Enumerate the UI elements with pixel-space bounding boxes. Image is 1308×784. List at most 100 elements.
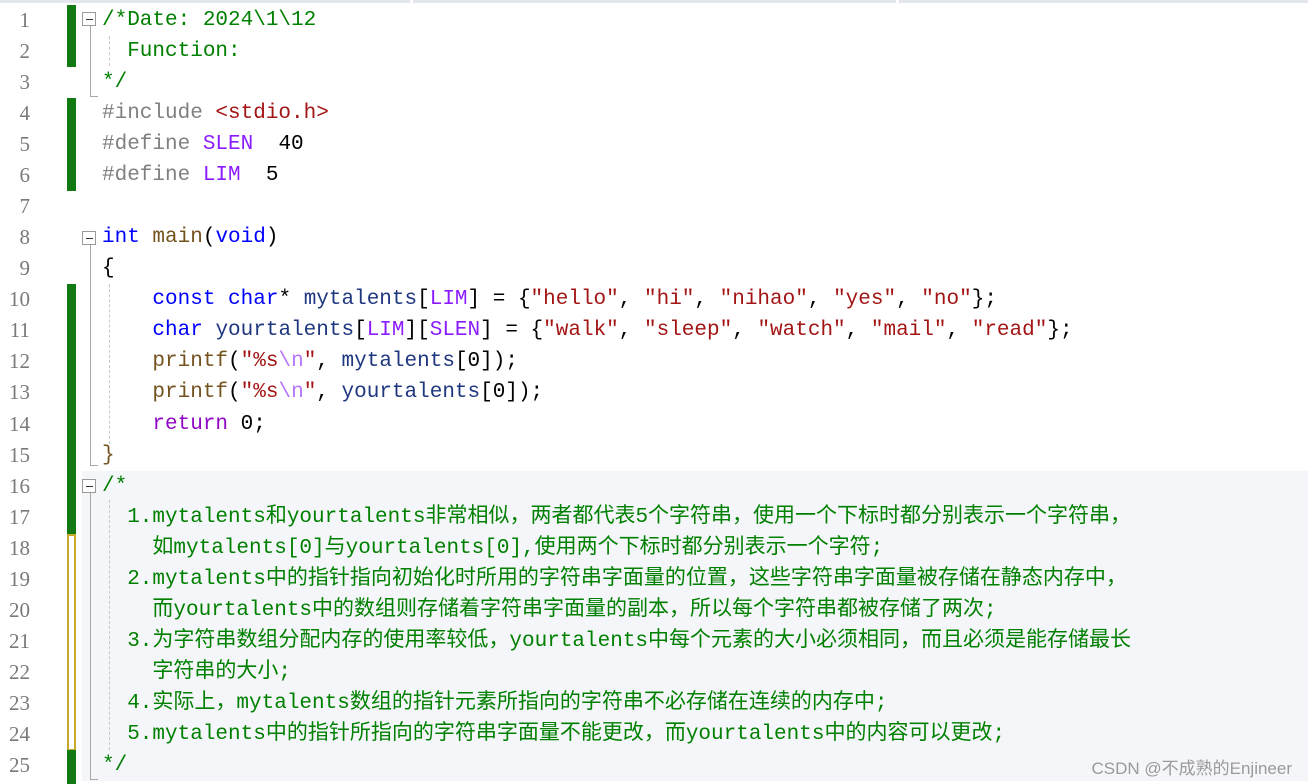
token-p: , <box>845 319 871 343</box>
line-number: 11 <box>9 318 30 343</box>
line-number: 22 <box>9 659 30 684</box>
line-number: 4 <box>19 101 31 126</box>
token-p: , <box>946 319 972 343</box>
code-line[interactable]: */ <box>102 67 127 98</box>
code-line[interactable]: 2.mytalents中的指针指向初始化时所用的字符串字面量的位置，这些字符串字… <box>102 564 1127 595</box>
code-line[interactable]: /*Date: 2024\1\12 <box>102 5 316 36</box>
code-line[interactable]: 5.mytalents中的指针所指向的字符串字面量不能更改，而yourtalen… <box>102 719 1005 750</box>
line-number: 21 <box>9 628 30 653</box>
code-line[interactable]: } <box>102 440 115 471</box>
collapse-toggle-icon[interactable] <box>82 231 96 245</box>
code-line[interactable]: const char* mytalents[LIM] = {"hello", "… <box>102 284 997 315</box>
token-p: }; <box>1047 319 1073 343</box>
token-p: ( <box>228 350 241 374</box>
change-bar <box>67 284 76 534</box>
token-esc: \n <box>278 350 304 374</box>
line-number: 1 <box>19 8 31 32</box>
token-p: ] = { <box>467 288 531 312</box>
line-number: 16 <box>9 473 30 498</box>
line-number: 18 <box>9 535 30 560</box>
line-number: 7 <box>19 194 31 219</box>
token-str: "mail" <box>870 319 947 343</box>
token-str: " <box>303 350 317 374</box>
line-number: 14 <box>9 411 30 436</box>
token-var: mytalents <box>303 288 418 312</box>
token-cm: 2.mytalents中的指针指向初始化时所用的字符串字面量的位置，这些字符串字… <box>102 567 1127 591</box>
token-p: , <box>694 288 720 312</box>
token-p: { <box>102 257 115 281</box>
change-bar <box>67 750 76 784</box>
change-bar-unsaved <box>67 534 76 751</box>
code-line[interactable]: 而yourtalents中的数组则存储着字符串字面量的副本，所以每个字符串都被存… <box>102 595 996 626</box>
code-line[interactable]: 如mytalents[0]与yourtalents[0],使用两个下标时都分别表… <box>102 533 883 564</box>
code-line[interactable]: 1.mytalents和yourtalents非常相似，两者都代表5个字符串，使… <box>102 502 1131 533</box>
collapse-toggle-icon[interactable] <box>82 479 96 493</box>
code-line[interactable]: printf("%s\n", mytalents[0]); <box>102 346 518 377</box>
token-kw: char <box>152 319 203 343</box>
line-number: 24 <box>9 721 30 746</box>
token-p: 0; <box>228 412 266 436</box>
token-str: "watch" <box>757 319 846 343</box>
token-p: }; <box>971 288 997 312</box>
line-number: 19 <box>9 566 30 591</box>
token-var: mytalents <box>341 350 455 374</box>
token-p: [0]); <box>454 350 518 374</box>
line-number: 5 <box>19 132 31 157</box>
token-fn: main <box>152 226 203 250</box>
token-p: , <box>896 288 922 312</box>
code-line[interactable]: printf("%s\n", yourtalents[0]); <box>102 377 543 408</box>
token-p: ( <box>228 381 241 405</box>
token-cm: Function: <box>102 40 241 64</box>
line-number: 2 <box>19 39 31 64</box>
line-number: 15 <box>9 442 30 467</box>
token-kw: const <box>152 288 216 312</box>
token-var: yourtalents <box>341 381 481 405</box>
collapse-toggle-icon[interactable] <box>82 12 96 26</box>
code-line[interactable]: int main(void) <box>102 222 278 253</box>
token-str: "yes" <box>833 288 897 312</box>
code-line[interactable]: /* <box>102 471 127 502</box>
token-str: "nihao" <box>719 288 808 312</box>
token-pp: #define <box>102 164 203 188</box>
line-number: 12 <box>9 349 30 374</box>
code-line[interactable]: return 0; <box>102 409 266 440</box>
token-p <box>203 319 216 342</box>
token-p: ( <box>202 226 216 250</box>
token-p: ) <box>265 226 279 250</box>
top-border <box>0 0 1308 3</box>
code-line[interactable]: char yourtalents[LIM][SLEN] = {"walk", "… <box>102 315 1073 346</box>
code-line[interactable]: */ <box>102 750 127 781</box>
code-line[interactable]: #include <stdio.h> <box>102 98 329 129</box>
token-p: , <box>618 319 644 343</box>
code-line[interactable]: 字符串的大小; <box>102 657 291 688</box>
token-cm: 5.mytalents中的指针所指向的字符串字面量不能更改，而yourtalen… <box>102 722 1006 746</box>
line-number: 10 <box>9 287 30 312</box>
token-str: "sleep" <box>644 319 733 343</box>
token-kw: char <box>228 288 279 312</box>
code-line[interactable]: #define SLEN 40 <box>102 129 304 160</box>
line-number: 3 <box>19 70 31 95</box>
token-p <box>102 350 152 373</box>
code-line[interactable]: Function: <box>102 36 241 67</box>
token-fn: printf <box>152 381 229 405</box>
token-cm: */ <box>102 753 128 777</box>
token-mac: LIM <box>429 288 468 312</box>
token-str: "read" <box>971 319 1048 343</box>
token-p: [0]); <box>480 381 544 405</box>
token-kw: int <box>102 226 140 250</box>
token-str: "hi" <box>643 288 695 312</box>
watermark: CSDN @不成熟的Enjineer <box>1091 759 1292 778</box>
token-str: "%s <box>240 381 279 405</box>
code-line[interactable]: 3.为字符串数组分配内存的使用率较低，yourtalents中每个元素的大小必须… <box>102 626 1131 657</box>
token-num: 40 <box>253 133 304 157</box>
code-line[interactable]: #define LIM 5 <box>102 160 278 191</box>
token-esc: \n <box>278 381 304 405</box>
token-str: " <box>303 381 317 405</box>
token-p <box>102 319 152 342</box>
token-p: , <box>732 319 758 343</box>
code-line[interactable]: 4.实际上，mytalents数组的指针元素所指向的字符串不必存储在连续的内存中… <box>102 688 887 719</box>
token-var: yourtalents <box>215 319 355 343</box>
code-line[interactable]: { <box>102 253 115 284</box>
token-p <box>140 226 153 249</box>
line-number: 9 <box>19 256 31 281</box>
